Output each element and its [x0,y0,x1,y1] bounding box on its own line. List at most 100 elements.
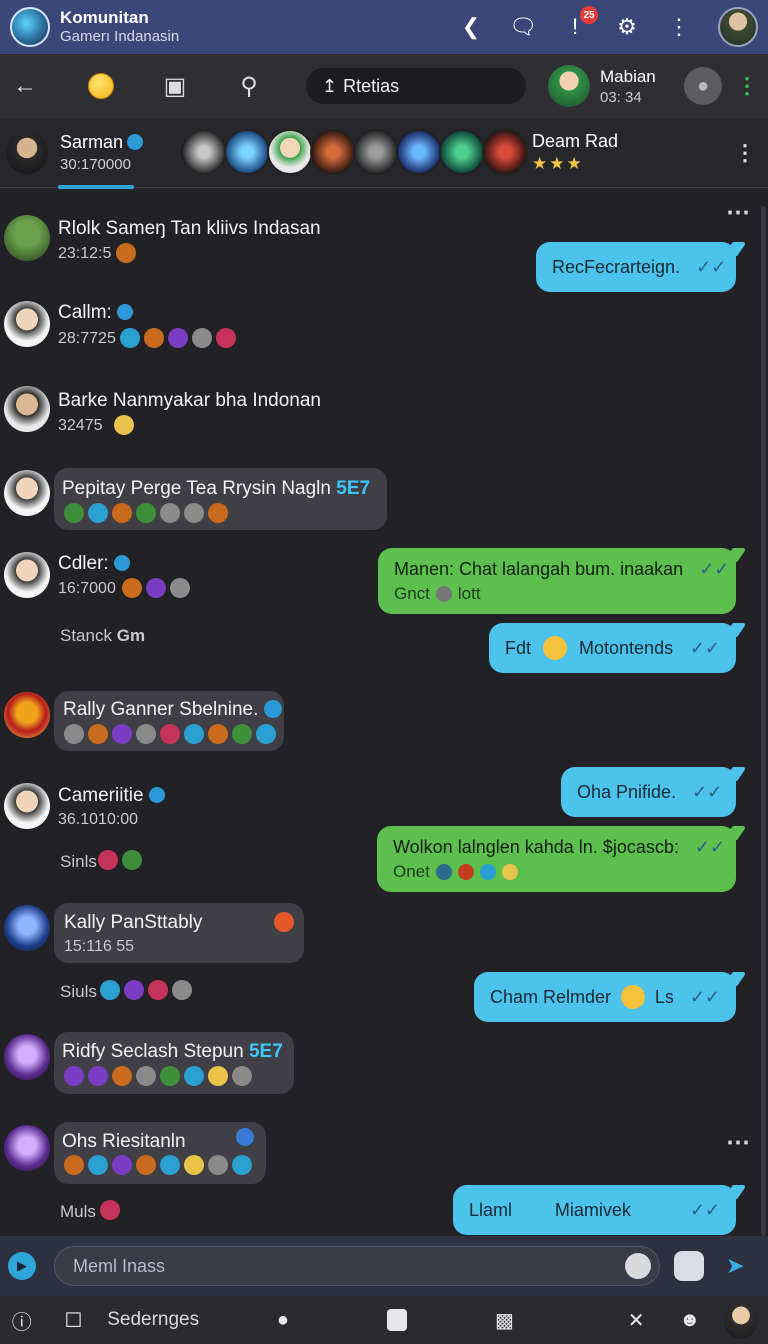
reaction-icon[interactable] [192,328,212,348]
reaction-icon[interactable] [148,980,168,1000]
sender-avatar[interactable] [4,215,50,261]
strip-avatar[interactable] [267,129,313,176]
reaction-icon[interactable] [112,1155,132,1175]
compass-icon[interactable]: ✕ [624,1307,648,1333]
strip-avatar[interactable] [353,129,399,176]
community-logo[interactable] [10,7,50,47]
reaction-icon[interactable] [184,503,204,523]
reaction-icon[interactable] [136,503,156,523]
reaction-icon[interactable] [144,328,164,348]
reaction-icon[interactable] [184,1066,204,1086]
reaction-icon[interactable] [116,243,136,263]
reaction-icon[interactable] [232,1066,252,1086]
reaction-icon[interactable] [208,724,228,744]
reaction-icon[interactable] [88,724,108,744]
members-more-icon[interactable]: ⋮ [734,140,756,166]
message-input[interactable]: Meml Inass [54,1246,660,1286]
more-horizontal-icon[interactable]: ⋯ [726,198,751,227]
more-horizontal-icon[interactable]: ⋯ [726,1128,751,1157]
strip-avatar[interactable] [310,129,356,176]
more-vert-icon[interactable]: ⋮ [666,14,692,40]
strip-avatar[interactable] [224,129,270,176]
sender-avatar[interactable] [4,1125,50,1171]
member-avatar[interactable] [6,131,48,174]
reaction-icon[interactable] [124,980,144,1000]
strip-avatar[interactable] [396,129,442,176]
reaction-icon[interactable] [168,328,188,348]
outgoing-message[interactable]: Manen: Chat lalangah bum. inaakan ✓✓ Gnct… [378,548,736,614]
reaction-icon[interactable] [170,578,190,598]
sender-avatar[interactable] [4,1034,50,1080]
voice-play-icon[interactable]: ▶ [8,1252,36,1280]
reaction-icon[interactable] [88,1066,108,1086]
outgoing-message[interactable]: Oha Pnifide. ✓✓ [561,767,736,817]
online-more-icon[interactable]: ⋮ [736,73,758,99]
reaction-icon[interactable] [208,1155,228,1175]
strip-avatar[interactable] [439,129,485,176]
outgoing-message[interactable]: Fdt Motontends ✓✓ [489,623,736,673]
sender-avatar[interactable] [4,470,50,516]
reaction-icon[interactable] [98,850,118,870]
settings-gear-icon[interactable]: ⚙ [614,14,640,40]
profile-nav-avatar[interactable] [723,1301,759,1339]
reaction-icon[interactable] [184,1155,204,1175]
reaction-icon[interactable] [160,724,180,744]
share-icon[interactable]: ❮ [458,14,484,40]
search-icon[interactable]: ⚲ [234,71,264,101]
chat-nav-icon[interactable]: ● [271,1307,295,1333]
sender-avatar[interactable] [4,905,50,951]
reaction-icon[interactable] [136,1155,156,1175]
emoji-picker-icon[interactable] [625,1253,651,1279]
reaction-icon[interactable] [64,503,84,523]
reaction-icon[interactable] [136,724,156,744]
reaction-icon[interactable] [122,578,142,598]
reaction-icon[interactable] [160,1155,180,1175]
sender-avatar[interactable] [4,783,50,829]
profile-avatar[interactable] [718,7,758,47]
reaction-icon[interactable] [184,724,204,744]
reaction-icon[interactable] [88,1155,108,1175]
bag-icon[interactable]: ▣ [160,71,190,101]
outgoing-message[interactable]: Wolkon lalnglen kahda ln. $jocascb: ✓✓ On… [377,826,736,892]
strip-avatar[interactable] [181,129,227,176]
reaction-icon[interactable] [100,1200,120,1220]
sender-avatar[interactable] [4,692,50,738]
strip-avatar[interactable] [482,129,528,176]
reaction-icon[interactable] [112,1066,132,1086]
reaction-icon[interactable] [122,850,142,870]
outgoing-message[interactable]: Cham Relmder Ls ✓✓ [474,972,736,1022]
reaction-icon[interactable] [64,724,84,744]
reaction-icon[interactable] [136,1066,156,1086]
outgoing-message[interactable]: RecFecrarteign. ✓✓ [536,242,736,292]
user-placeholder-icon[interactable]: ● [684,67,722,105]
reaction-icon[interactable] [172,980,192,1000]
notification-icon[interactable]: ! 25 [562,6,598,40]
reaction-icon[interactable] [112,724,132,744]
topic-pill[interactable]: ↥ Rtetias [306,68,526,104]
chat-scrollbar[interactable] [761,206,766,1236]
reaction-icon[interactable] [114,415,134,435]
reaction-icon[interactable] [64,1066,84,1086]
chat-bubble-icon[interactable]: 🗨 [509,14,537,40]
send-icon[interactable]: ➤ [726,1253,744,1279]
reaction-icon[interactable] [120,328,140,348]
back-arrow-icon[interactable]: ← [10,71,40,101]
reaction-icon[interactable] [208,1066,228,1086]
save-icon[interactable]: ▩ [493,1307,517,1333]
reaction-icon[interactable] [88,503,108,523]
reaction-icon[interactable] [64,1155,84,1175]
sender-avatar[interactable] [4,552,50,598]
info-icon[interactable]: ⓘ [10,1307,34,1334]
bookmark-icon[interactable]: ☐ [62,1307,86,1333]
outgoing-message[interactable]: Llaml Miamivek ✓✓ [453,1185,736,1235]
sticker-icon[interactable] [674,1251,704,1281]
stop-icon[interactable] [386,1309,407,1331]
emoji-icon[interactable] [86,71,116,101]
reaction-icon[interactable] [232,1155,252,1175]
reaction-icon[interactable] [232,724,252,744]
reaction-icon[interactable] [112,503,132,523]
sender-avatar[interactable] [4,386,50,432]
reaction-icon[interactable] [208,503,228,523]
reaction-icon[interactable] [256,724,276,744]
active-user[interactable]: Mabian 03: 34 [548,65,656,107]
